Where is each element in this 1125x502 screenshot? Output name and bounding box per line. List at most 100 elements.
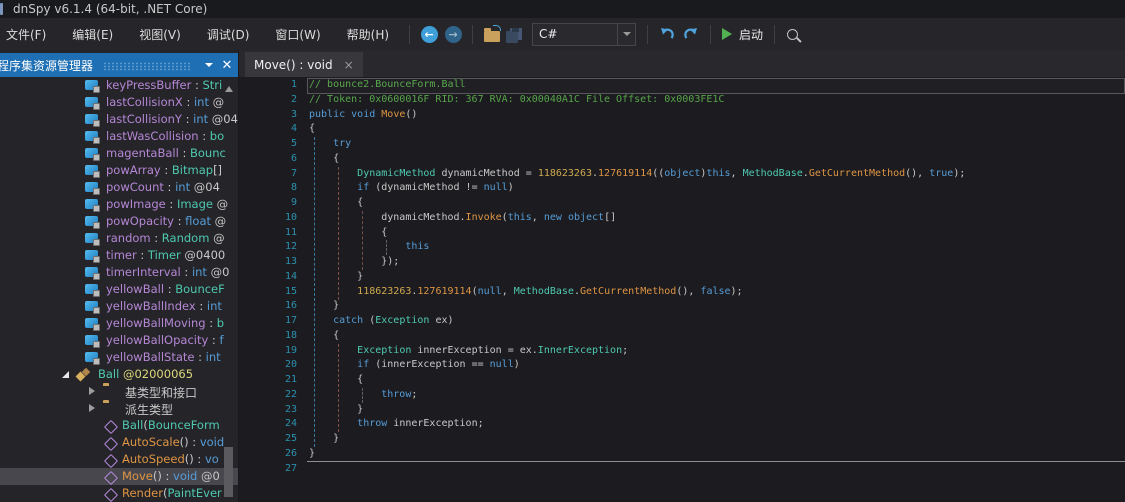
language-dropdown-button[interactable]	[617, 24, 635, 45]
scrollbar-thumb[interactable]	[224, 447, 233, 497]
tree-item[interactable]: keyPressBuffer : Stri	[0, 77, 238, 94]
tree-scrollbar[interactable]	[223, 77, 236, 502]
menu-toolbar: 文件(F)编辑(E)视图(V)调试(D)窗口(W)帮助(H) ← → C#	[0, 18, 1125, 50]
tree-item[interactable]: AutoSpeed() : vo	[0, 451, 238, 468]
code-line: 17 catch (Exception ex)	[239, 314, 1125, 329]
tree-item[interactable]: powArray : Bitmap[]	[0, 162, 238, 179]
indent-guide	[362, 388, 363, 403]
code-line: 6 {	[239, 152, 1125, 167]
menu-item[interactable]: 帮助(H)	[334, 20, 402, 49]
title-bar: dnSpy v6.1.4 (64-bit, .NET Core)	[0, 0, 1125, 18]
assembly-explorer-header[interactable]: 程序集资源管理器 ✕	[0, 53, 238, 77]
toolbar-separator	[710, 25, 711, 44]
code-area[interactable]: 1// bounce2.BounceForm.Ball2// Token: 0x…	[239, 78, 1125, 502]
field-icon	[85, 199, 98, 209]
code-text: if (innerException == null)	[309, 358, 520, 373]
expander-closed-icon[interactable]	[89, 387, 95, 395]
code-text: });	[309, 255, 399, 270]
toolbar-separator	[647, 25, 648, 44]
indent-guide	[362, 211, 363, 270]
code-line: 26}	[239, 447, 1125, 462]
line-number: 26	[239, 447, 297, 462]
search-button[interactable]	[782, 22, 806, 46]
tree-item[interactable]: yellowBallOpacity : f	[0, 332, 238, 349]
tree-item[interactable]: AutoScale() : void	[0, 434, 238, 451]
close-icon: ✕	[222, 58, 233, 73]
menu-item[interactable]: 视图(V)	[126, 20, 194, 49]
code-text: }	[309, 270, 363, 285]
tree-item[interactable]: yellowBallIndex : int	[0, 298, 238, 315]
code-text: {	[309, 196, 363, 211]
tree-item[interactable]: timerInterval : int @0	[0, 264, 238, 281]
method-icon	[104, 488, 118, 502]
tree-item[interactable]: Move() : void @0	[0, 468, 238, 485]
tree-item[interactable]: yellowBallMoving : b	[0, 315, 238, 332]
tree-item[interactable]: Ball @02000065	[0, 366, 238, 383]
tab-label: Move() : void	[254, 58, 333, 72]
tab-close-icon[interactable]: ×	[344, 58, 354, 72]
main-area: 程序集资源管理器 ✕ keyPressBuffer : StrilastColl…	[0, 50, 1125, 502]
menu-item[interactable]: 调试(D)	[194, 20, 263, 49]
tab-move-void[interactable]: Move() : void ×	[245, 52, 363, 77]
open-button[interactable]	[480, 22, 504, 46]
tree-item[interactable]: magentaBall : Bounc	[0, 145, 238, 162]
tree-item[interactable]: lastCollisionY : int @04	[0, 111, 238, 128]
scroll-up-icon[interactable]	[225, 86, 233, 92]
current-line-highlight	[307, 78, 1125, 94]
tree-item[interactable]: yellowBall : BounceF	[0, 281, 238, 298]
code-line: 13 });	[239, 255, 1125, 270]
expander-closed-icon[interactable]	[89, 404, 95, 412]
undo-button[interactable]	[655, 22, 679, 46]
code-text: Exception innerException = ex.InnerExcep…	[309, 344, 628, 359]
tree-item[interactable]: powImage : Image @	[0, 196, 238, 213]
tree-item[interactable]: powCount : int @04	[0, 179, 238, 196]
tree-item[interactable]: lastWasCollision : bo	[0, 128, 238, 145]
back-button[interactable]: ←	[417, 22, 441, 46]
field-icon	[85, 335, 98, 345]
menu-item[interactable]: 文件(F)	[0, 20, 59, 49]
tree-item[interactable]: powOpacity : float @	[0, 213, 238, 230]
panel-close-button[interactable]: ✕	[218, 56, 236, 74]
field-icon	[85, 80, 98, 90]
tree-item[interactable]: Ball(BounceForm	[0, 417, 238, 434]
language-combobox[interactable]: C#	[532, 23, 636, 46]
window-title: dnSpy v6.1.4 (64-bit, .NET Core)	[13, 2, 207, 16]
expander-open-icon[interactable]	[62, 371, 69, 378]
indent-guide	[314, 137, 315, 447]
tree-item-label: AutoSpeed() : vo	[122, 452, 219, 466]
start-label: 启动	[739, 26, 763, 43]
end-of-code-line	[307, 461, 1125, 462]
line-number: 7	[239, 167, 297, 182]
tree-item[interactable]: timer : Timer @0400	[0, 247, 238, 264]
redo-button[interactable]	[679, 22, 703, 46]
indent-guide	[338, 344, 339, 433]
tree-item[interactable]: 派生类型	[0, 400, 238, 417]
tree-item-label: random : Random @	[106, 231, 225, 245]
tree-item-label: magentaBall : Bounc	[106, 146, 226, 160]
app-icon	[0, 3, 3, 15]
method-icon	[104, 437, 118, 451]
forward-button[interactable]: →	[441, 22, 465, 46]
tree-item[interactable]: random : Random @	[0, 230, 238, 247]
tree-item[interactable]: 基类型和接口	[0, 383, 238, 400]
tree-item[interactable]: yellowBallState : int	[0, 349, 238, 366]
indent-guide	[386, 240, 387, 255]
tree-item-label: Render(PaintEver	[122, 486, 222, 500]
line-number: 4	[239, 122, 297, 137]
code-text: // Token: 0x0600016F RID: 367 RVA: 0x000…	[309, 93, 724, 108]
code-text: {	[309, 373, 363, 388]
code-line: 22 throw;	[239, 388, 1125, 403]
start-button[interactable]: 启动	[718, 26, 767, 43]
tree-item[interactable]: Render(PaintEver	[0, 485, 238, 502]
code-line: 7 DynamicMethod dynamicMethod = 11862326…	[239, 167, 1125, 182]
save-all-button[interactable]	[504, 22, 528, 46]
tree-item[interactable]: lastCollisionX : int @	[0, 94, 238, 111]
line-number: 24	[239, 417, 297, 432]
code-line: 2// Token: 0x0600016F RID: 367 RVA: 0x00…	[239, 93, 1125, 108]
menu-item[interactable]: 窗口(W)	[262, 20, 333, 49]
line-number: 6	[239, 152, 297, 167]
panel-menu-button[interactable]	[200, 56, 218, 74]
code-text: throw innerException;	[309, 417, 484, 432]
line-number: 15	[239, 285, 297, 300]
menu-item[interactable]: 编辑(E)	[59, 20, 126, 49]
